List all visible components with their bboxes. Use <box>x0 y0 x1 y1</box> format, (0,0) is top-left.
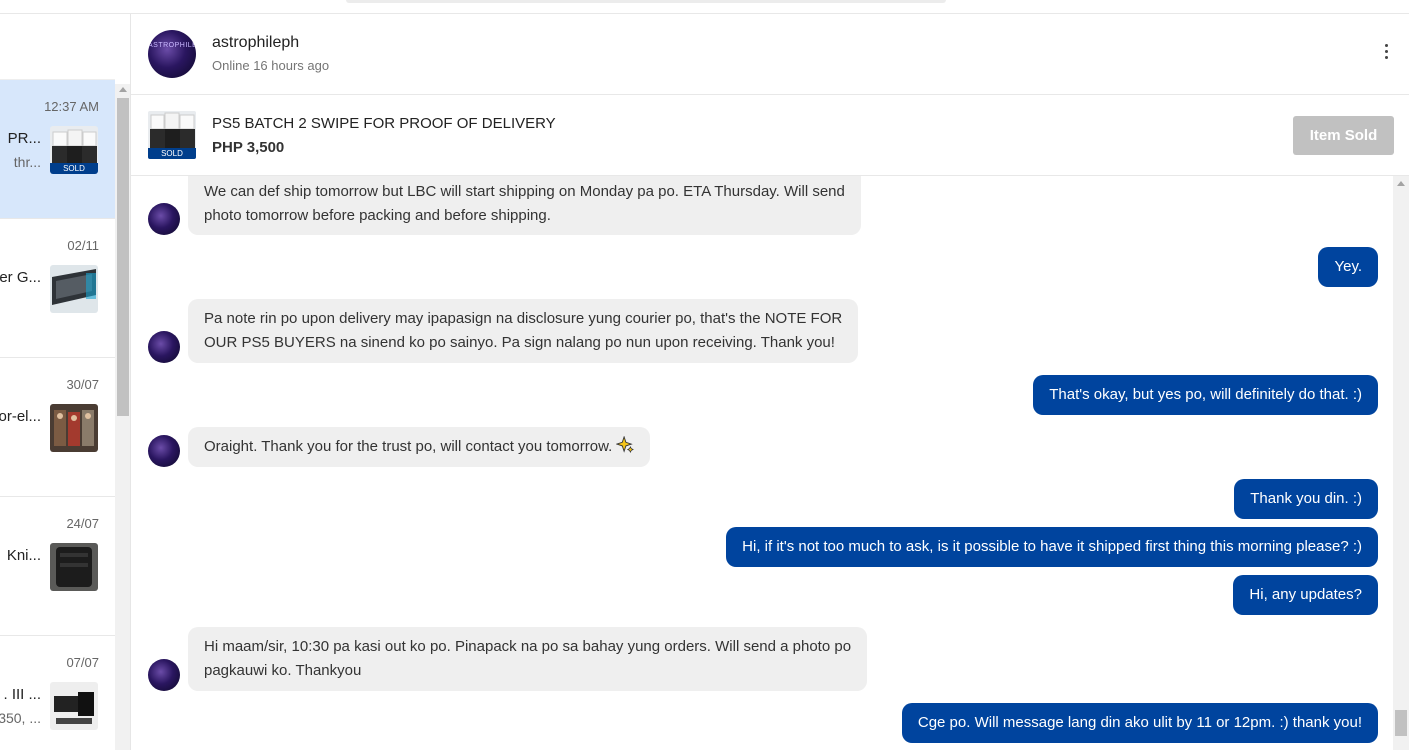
scrollbar-thumb[interactable] <box>117 98 129 416</box>
conversation-thumbnail <box>50 265 98 313</box>
knife-bag-image <box>50 543 98 591</box>
conversation-thumbnail: SOLD <box>50 126 98 174</box>
avatar[interactable]: ASTROPHILE <box>148 30 196 78</box>
avatar[interactable] <box>148 435 180 467</box>
outgoing-message: Thank you din. :) <box>1234 479 1378 519</box>
incoming-message: Oraight. Thank you for the trust po, wil… <box>188 427 651 467</box>
conversation-time: 02/11 <box>67 238 99 253</box>
conversation-item[interactable]: 02/11 er G... <box>0 219 115 358</box>
conversation-time: 30/07 <box>66 377 99 392</box>
incoming-message: Hi maam/sir, 10:30 pa kasi out ko po. Pi… <box>188 627 868 691</box>
conversation-item[interactable]: 24/07 Kni... <box>0 497 115 636</box>
message-line: Oraight. Thank you for the trust po, wil… <box>204 438 613 455</box>
more-options-icon[interactable] <box>1379 42 1395 62</box>
incoming-message: We can def ship tomorrow but LBC will st… <box>188 176 861 235</box>
outgoing-message: Yey. <box>1318 247 1378 287</box>
message-line: pagkauwi ko. Thankyou <box>204 662 362 679</box>
avatar[interactable] <box>148 659 180 691</box>
keyboard-image <box>50 265 98 313</box>
search-bar-edge[interactable] <box>346 0 946 3</box>
avatar[interactable] <box>148 203 180 235</box>
scroll-up-arrow-icon[interactable] <box>1397 181 1405 186</box>
conversation-item[interactable]: 07/07 . III ... 350, ... <box>0 636 115 750</box>
conversation-time: 12:37 AM <box>44 99 99 114</box>
conversation-item[interactable]: 30/07 or-el... <box>0 358 115 497</box>
incoming-message: Pa note rin po upon delivery may ipapasi… <box>188 299 859 363</box>
outgoing-message: That's okay, but yes po, will definitely… <box>1033 375 1378 415</box>
figures-image <box>50 404 98 452</box>
conversation-thumbnail <box>50 682 98 730</box>
outgoing-message: Hi, any updates? <box>1233 575 1378 615</box>
sold-tag: SOLD <box>50 163 98 174</box>
conversation-name: er G... <box>0 269 41 286</box>
listing-thumbnail[interactable]: SOLD <box>148 111 196 159</box>
message-line: OUR PS5 BUYERS na sinend ko po sainyo. P… <box>204 334 835 351</box>
message-line: photo tomorrow before packing and before… <box>204 207 551 224</box>
conversation-thumbnail <box>50 404 98 452</box>
chat-header: ASTROPHILE astrophileph Online 16 hours … <box>131 14 1409 95</box>
top-bar <box>0 0 1409 14</box>
listing-title[interactable]: PS5 BATCH 2 SWIPE FOR PROOF OF DELIVERY <box>212 115 556 132</box>
conversation-name: PR... <box>7 130 41 147</box>
message-line: We can def ship tomorrow but LBC will st… <box>204 183 845 200</box>
conversation-thumbnail <box>50 543 98 591</box>
outgoing-message: Hi, if it's not too much to ask, is it p… <box>726 527 1378 567</box>
message-line: Pa note rin po upon delivery may ipapasi… <box>204 310 843 327</box>
sidebar-header <box>0 14 115 80</box>
conversation-sidebar: 12:37 AM PR... thr... SOLD 02/11 er G... <box>0 14 131 750</box>
message-scrollbar[interactable] <box>1393 176 1409 750</box>
conversation-name: . III ... <box>3 686 41 703</box>
conversation-name: Kni... <box>6 547 41 564</box>
listing-bar: SOLD PS5 BATCH 2 SWIPE FOR PROOF OF DELI… <box>131 95 1409 176</box>
listing-price: PHP 3,500 <box>212 139 285 156</box>
scrollbar-thumb[interactable] <box>1395 710 1407 736</box>
chat-username[interactable]: astrophileph <box>212 34 299 52</box>
avatar[interactable] <box>148 331 180 363</box>
conversation-snippet: thr... <box>13 154 41 170</box>
item-sold-button[interactable]: Item Sold <box>1293 116 1394 155</box>
sold-tag: SOLD <box>148 148 196 159</box>
scroll-up-arrow-icon[interactable] <box>119 87 127 92</box>
message-list: We can def ship tomorrow but LBC will st… <box>131 176 1393 750</box>
online-status: Online 16 hours ago <box>212 58 330 73</box>
conversation-time: 07/07 <box>66 655 99 670</box>
conversation-time: 24/07 <box>66 516 99 531</box>
avatar-logo-text: ASTROPHILE <box>148 42 196 49</box>
outgoing-message: Cge po. Will message lang din ako ulit b… <box>901 703 1378 743</box>
sidebar-scrollbar[interactable] <box>115 84 130 750</box>
conversation-name: or-el... <box>0 408 41 425</box>
message-line: Hi maam/sir, 10:30 pa kasi out ko po. Pi… <box>204 638 852 655</box>
conversation-snippet: 350, ... <box>0 710 41 726</box>
sparkle-icon <box>616 436 635 454</box>
camera-lens-image <box>50 682 98 730</box>
conversation-item[interactable]: 12:37 AM PR... thr... SOLD <box>0 80 115 219</box>
